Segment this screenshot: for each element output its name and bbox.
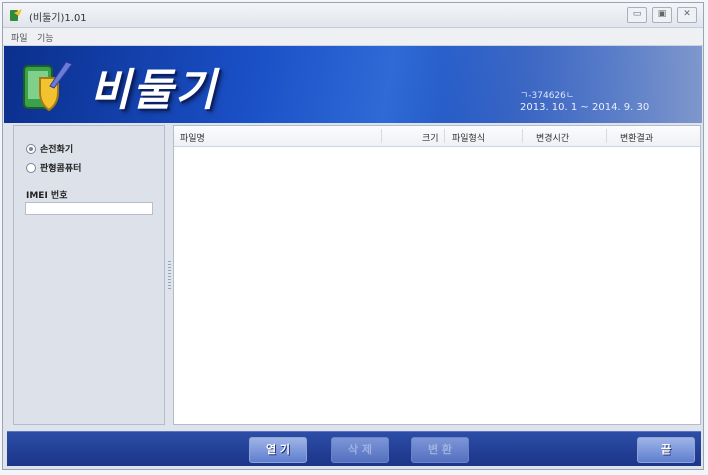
- banner-title: 비둘기: [90, 65, 218, 116]
- column-header-filename[interactable]: 파일명: [180, 131, 205, 144]
- radio-button-checked[interactable]: [26, 143, 36, 154]
- convert-button[interactable]: 변 환: [411, 437, 469, 463]
- app-logo-icon: [10, 9, 22, 21]
- column-header-modified-time[interactable]: 변경시간: [536, 131, 569, 144]
- table-header: 파일명 크기 파일형식 변경시간 변환결과: [174, 126, 700, 147]
- radio-tablet[interactable]: 판형콤퓨터: [26, 161, 81, 174]
- action-bar: 열 기 삭 제 변 환 끝: [7, 431, 701, 466]
- column-header-filetype[interactable]: 파일형식: [452, 131, 485, 144]
- open-button[interactable]: 열 기: [249, 437, 307, 463]
- radio-label-tablet: 판형콤퓨터: [40, 164, 82, 174]
- app-window: (비둘기)1.01 ▭ ▣ ✕ 파일 기능 비둘기 ㄱ-374626ㄴ 2013…: [2, 2, 704, 470]
- title-bar: (비둘기)1.01 ▭ ▣ ✕: [3, 3, 703, 28]
- maximize-button[interactable]: ▣: [652, 7, 672, 23]
- license-code: ㄱ-374626ㄴ: [520, 91, 575, 101]
- shield-phone-logo-icon: [23, 61, 73, 112]
- menu-file[interactable]: 파일: [11, 31, 28, 44]
- close-button[interactable]: ✕: [677, 7, 697, 23]
- radio-button-unchecked[interactable]: [26, 162, 36, 173]
- menu-function[interactable]: 기능: [37, 31, 54, 44]
- column-separator[interactable]: [381, 129, 382, 143]
- menu-bar: 파일 기능: [3, 28, 703, 46]
- column-header-size[interactable]: 크기: [422, 131, 439, 144]
- file-list-table: 파일명 크기 파일형식 변경시간 변환결과: [173, 125, 701, 425]
- exit-button[interactable]: 끝: [637, 437, 695, 463]
- radio-phone[interactable]: 손전화기: [26, 142, 73, 155]
- column-separator[interactable]: [522, 129, 523, 143]
- radio-label-phone: 손전화기: [40, 145, 74, 155]
- panel-splitter-handle[interactable]: [168, 261, 171, 289]
- imei-label: IMEI 번호: [26, 191, 68, 201]
- column-separator[interactable]: [606, 129, 607, 143]
- license-period: 2013. 10. 1 ~ 2014. 9. 30: [520, 102, 650, 113]
- window-title: (비둘기)1.01: [29, 13, 87, 24]
- minimize-button[interactable]: ▭: [627, 7, 647, 23]
- column-separator[interactable]: [444, 129, 445, 143]
- banner: 비둘기 ㄱ-374626ㄴ 2013. 10. 1 ~ 2014. 9. 30: [4, 46, 702, 123]
- delete-button[interactable]: 삭 제: [331, 437, 389, 463]
- device-type-panel: 손전화기 판형콤퓨터 IMEI 번호: [13, 125, 165, 425]
- column-header-convert-result[interactable]: 변환결과: [620, 131, 653, 144]
- imei-input[interactable]: [25, 202, 153, 215]
